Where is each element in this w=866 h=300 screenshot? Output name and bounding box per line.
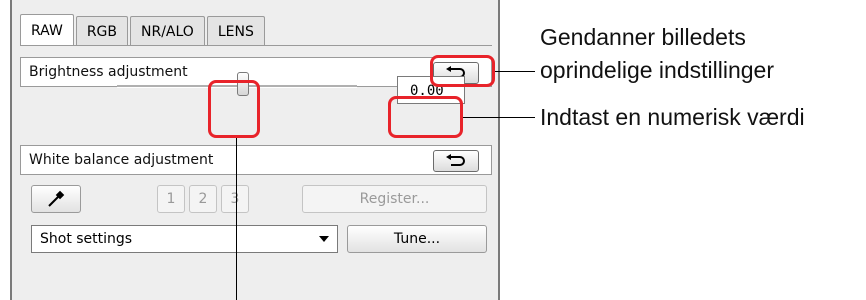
reset-leader-line	[495, 71, 535, 72]
eyedropper-icon	[48, 190, 65, 207]
tab-rgb[interactable]: RGB	[75, 16, 129, 46]
undo-arrow-icon	[446, 154, 465, 166]
tune-button[interactable]: Tune...	[347, 225, 487, 253]
white-balance-header: White balance adjustment	[20, 145, 492, 175]
reset-highlight-box	[430, 55, 495, 87]
register-button[interactable]: Register...	[302, 185, 487, 213]
reset-callout-line2: oprindelige indstillinger	[540, 57, 774, 83]
tab-raw[interactable]: RAW	[20, 14, 74, 46]
chevron-down-icon	[319, 236, 329, 242]
tab-divider	[20, 45, 492, 46]
brightness-label: Brightness adjustment	[29, 64, 188, 80]
white-balance-label: White balance adjustment	[29, 152, 214, 168]
white-balance-select[interactable]: Shot settings	[31, 225, 338, 253]
white-balance-select-value: Shot settings	[40, 231, 133, 247]
reset-callout-line1: Gendanner billedets	[540, 24, 746, 50]
wb-slot-1-button[interactable]: 1	[157, 185, 185, 213]
raw-adjustment-panel: RAW RGB NR/ALO LENS Brightness adjustmen…	[10, 0, 500, 300]
white-balance-reset-button[interactable]	[433, 150, 479, 172]
wb-slot-3-button[interactable]: 3	[221, 185, 249, 213]
value-callout: Indtast en numerisk værdi	[540, 104, 805, 130]
tab-lens[interactable]: LENS	[206, 16, 265, 46]
value-leader-line	[463, 117, 535, 118]
slider-highlight-box	[208, 80, 260, 138]
eyedropper-button[interactable]	[31, 185, 81, 213]
tab-bar: RAW RGB NR/ALO LENS	[20, 14, 267, 46]
wb-slot-2-button[interactable]: 2	[189, 185, 217, 213]
tab-nr-alo[interactable]: NR/ALO	[130, 16, 205, 46]
value-highlight-box	[388, 96, 463, 138]
slider-leader-line	[236, 138, 237, 300]
